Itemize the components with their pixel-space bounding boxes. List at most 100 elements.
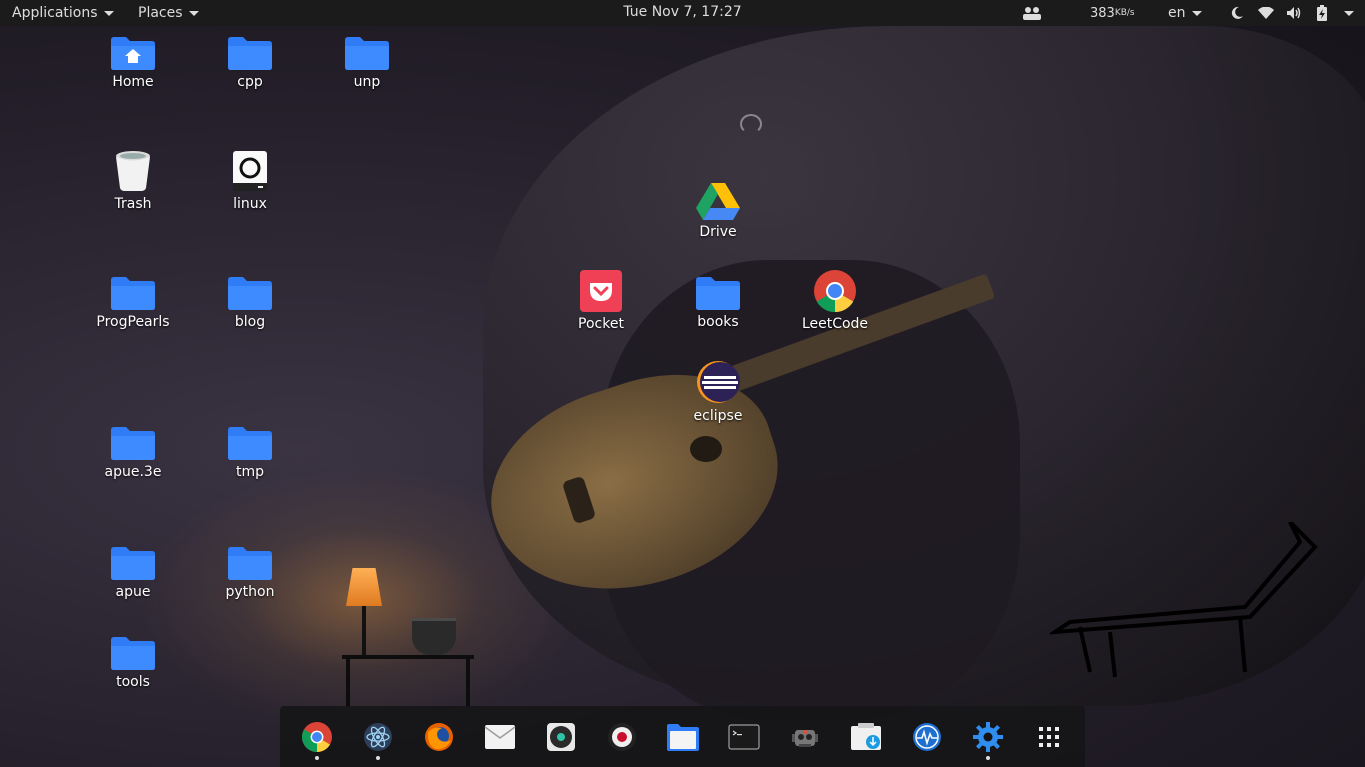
wallpaper-creature-eye: [740, 114, 762, 134]
desktop-icon-label: blog: [234, 314, 266, 330]
dock-item-settings[interactable]: [967, 712, 1009, 762]
app-grid-icon: [1038, 726, 1059, 747]
downloads-icon: [850, 722, 881, 750]
people-indicator[interactable]: [1022, 0, 1042, 26]
dock-item-firefox[interactable]: [418, 712, 460, 762]
top-panel: Applications Places Tue Nov 7, 17:27 383…: [0, 0, 1365, 26]
chevron-down-icon: [1344, 10, 1354, 16]
firefox-icon: [424, 722, 453, 751]
desktop-icon-drive[interactable]: Drive: [663, 182, 773, 240]
desktop-icon-label: LeetCode: [801, 316, 869, 332]
desktop-icon-label: books: [697, 314, 739, 330]
desktop-icon-python[interactable]: python: [195, 546, 305, 600]
desktop-icon-books[interactable]: books: [663, 276, 773, 330]
dock-item-downloads[interactable]: [845, 712, 887, 762]
google-drive-icon: [696, 183, 740, 220]
desktop-icon-progpearls[interactable]: ProgPearls: [78, 276, 188, 330]
desktop-icon-eclipse[interactable]: eclipse: [663, 360, 773, 424]
desktop-icon-label: Trash: [114, 196, 152, 212]
system-monitor-icon: [912, 722, 941, 751]
drive-disk-icon: [233, 151, 267, 191]
settings-gear-icon: [972, 721, 1003, 752]
desktop-icon-tools[interactable]: tools: [78, 636, 188, 690]
moon-icon: [1231, 6, 1243, 19]
wallpaper-lamp: [346, 568, 382, 606]
desktop-icon-home[interactable]: Home: [78, 36, 188, 90]
atom-icon: [363, 722, 392, 751]
screen-recorder-icon: [607, 722, 636, 751]
home-folder-icon: [111, 37, 155, 70]
robot-icon: [791, 729, 818, 747]
dock-item-mail[interactable]: [479, 712, 521, 762]
folder-icon: [345, 37, 389, 70]
system-menu[interactable]: [1344, 0, 1354, 26]
dock-item-atom[interactable]: [357, 712, 399, 762]
desktop-icon-pocket[interactable]: Pocket: [546, 270, 656, 332]
folder-icon: [111, 277, 155, 310]
applications-menu-label: Applications: [12, 5, 98, 21]
dock-item-screen-recorder[interactable]: [601, 712, 643, 762]
folder-icon: [111, 427, 155, 460]
desktop-icon-label: tmp: [235, 464, 264, 480]
desktop-icon-label: unp: [353, 74, 381, 90]
running-indicator: [375, 755, 380, 760]
mail-icon: [484, 724, 515, 749]
desktop-icon-unp[interactable]: unp: [312, 36, 422, 90]
clock[interactable]: Tue Nov 7, 17:27: [623, 4, 741, 20]
places-menu-label: Places: [138, 5, 183, 21]
keyboard-layout-label: en: [1168, 5, 1186, 21]
network-speed-value: 383: [1090, 5, 1115, 21]
desktop-icon-label: apue: [115, 584, 151, 600]
battery-indicator[interactable]: [1316, 0, 1328, 26]
wallpaper-cup: [412, 618, 456, 655]
eclipse-icon: [697, 361, 740, 403]
folder-icon: [696, 277, 740, 310]
desktop-icon-label: apue.3e: [104, 464, 162, 480]
folder-icon: [228, 277, 272, 310]
desktop-icon-label: Drive: [699, 224, 737, 240]
dock-item-chrome[interactable]: [296, 712, 338, 762]
battery-charging-icon: [1317, 5, 1327, 21]
places-menu[interactable]: Places: [138, 0, 199, 26]
desktop-icon-tmp[interactable]: tmp: [195, 426, 305, 480]
desktop-icon-label: Pocket: [578, 316, 624, 332]
files-icon: [666, 723, 699, 751]
desktop-icon-label: Home: [112, 74, 154, 90]
dock-item-system-monitor[interactable]: [906, 712, 948, 762]
folder-icon: [228, 37, 272, 70]
desktop-icon-label: cpp: [237, 74, 263, 90]
dock: [280, 706, 1085, 767]
chevron-down-icon: [1191, 10, 1202, 16]
running-indicator: [314, 755, 319, 760]
volume-indicator[interactable]: [1286, 0, 1302, 26]
people-icon: [1023, 7, 1041, 20]
dock-item-terminal[interactable]: [723, 712, 765, 762]
dock-item-app-grid[interactable]: [1028, 712, 1070, 762]
desktop-icon-linux[interactable]: linux: [195, 150, 305, 212]
desktop-icon-blog[interactable]: blog: [195, 276, 305, 330]
network-speed-unit: KB/s: [1114, 8, 1135, 18]
wallpaper-chair: [1050, 522, 1318, 678]
desktop-icon-leetcode[interactable]: LeetCode: [780, 270, 890, 332]
keyboard-layout-menu[interactable]: en: [1168, 0, 1202, 26]
folder-icon: [111, 637, 155, 670]
dock-item-files[interactable]: [662, 712, 704, 762]
wifi-icon: [1258, 7, 1274, 19]
wallpaper-guitar-soundhole: [690, 436, 722, 462]
terminal-icon: [728, 724, 759, 749]
dock-item-robot[interactable]: [784, 712, 826, 762]
wallpaper-lamp-pole: [362, 606, 366, 656]
dock-item-music-player[interactable]: [540, 712, 582, 762]
chevron-down-icon: [103, 10, 114, 16]
volume-icon: [1287, 7, 1301, 19]
night-light-indicator[interactable]: [1230, 0, 1244, 26]
chrome-icon: [301, 721, 332, 752]
desktop-icon-cpp[interactable]: cpp: [195, 36, 305, 90]
applications-menu[interactable]: Applications: [12, 0, 114, 26]
desktop-icon-apue[interactable]: apue: [78, 546, 188, 600]
network-speed-indicator[interactable]: 383 KB/s: [1090, 0, 1135, 26]
desktop-icon-label: tools: [116, 674, 150, 690]
wifi-indicator[interactable]: [1258, 0, 1274, 26]
desktop-icon-trash[interactable]: Trash: [78, 150, 188, 212]
desktop-icon-apue3e[interactable]: apue.3e: [78, 426, 188, 480]
